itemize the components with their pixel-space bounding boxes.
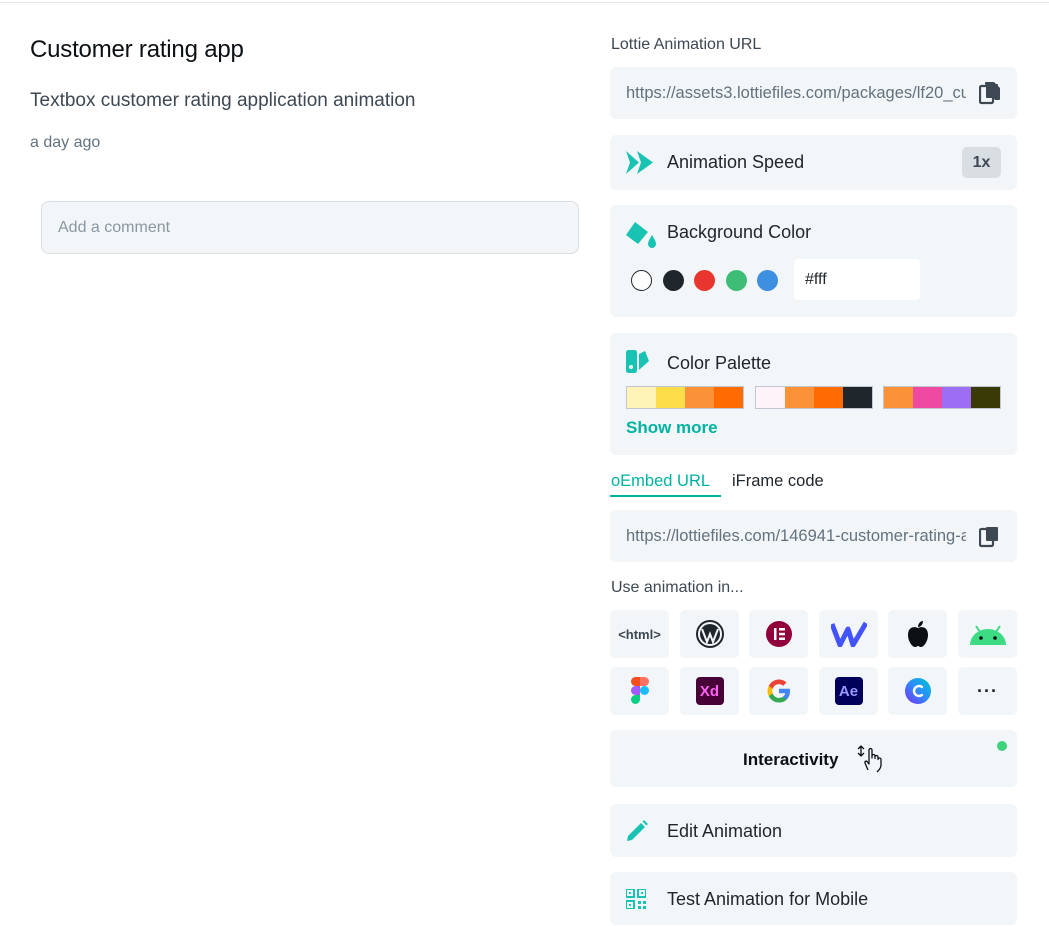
embed-url-value: https://lottiefiles.com/146941-customer-… xyxy=(626,526,966,545)
wordpress-icon xyxy=(695,620,724,648)
adobe-xd-label: Xd xyxy=(699,682,720,700)
palette-set-2[interactable] xyxy=(755,386,873,409)
palette-set-1[interactable] xyxy=(626,386,744,409)
tab-oembed-url[interactable]: oEmbed URL xyxy=(611,472,710,491)
swatch-white[interactable] xyxy=(631,270,652,291)
interactivity-label: Interactivity xyxy=(743,750,839,769)
apple-integration-button[interactable] xyxy=(888,610,947,658)
canva-icon xyxy=(904,678,931,704)
palette-2-color-3 xyxy=(814,387,843,408)
google-icon xyxy=(767,679,790,703)
after-effects-integration-button[interactable]: Ae xyxy=(819,667,878,715)
palette-3-color-2 xyxy=(913,387,942,408)
after-effects-icon: Ae xyxy=(834,677,863,705)
elementor-icon xyxy=(765,621,792,647)
lottie-url-field[interactable]: https://assets3.lottiefiles.com/packages… xyxy=(610,67,1017,119)
wordpress-integration-button[interactable] xyxy=(680,610,739,658)
tab-iframe-code[interactable]: iFrame code xyxy=(732,472,824,491)
figma-icon xyxy=(630,677,649,704)
test-mobile-button[interactable]: Test Animation for Mobile xyxy=(610,872,1017,925)
palette-3-color-4 xyxy=(971,387,1000,408)
android-icon xyxy=(969,625,1006,645)
status-dot xyxy=(997,741,1007,751)
swatch-red[interactable] xyxy=(694,270,715,291)
comment-input[interactable] xyxy=(41,201,579,254)
palette-1-color-4 xyxy=(714,387,743,408)
swatch-green[interactable] xyxy=(726,270,747,291)
swatch-blue[interactable] xyxy=(757,270,778,291)
palette-1-color-1 xyxy=(627,387,656,408)
html-label: <html> xyxy=(618,626,661,642)
background-color-label: Background Color xyxy=(667,222,812,242)
palette-2-color-2 xyxy=(785,387,814,408)
copy-icon[interactable] xyxy=(979,524,1001,548)
show-more-link[interactable]: Show more xyxy=(626,418,718,438)
adobe-xd-icon: Xd xyxy=(695,677,724,705)
animation-timestamp: a day ago xyxy=(30,134,101,151)
swatch-black[interactable] xyxy=(663,270,684,291)
android-integration-button[interactable] xyxy=(958,610,1017,658)
palette-set-3[interactable] xyxy=(883,386,1001,409)
palette-3-color-3 xyxy=(942,387,971,408)
more-integrations-button[interactable]: ··· xyxy=(958,667,1017,715)
speed-value-button[interactable]: 1x xyxy=(962,147,1001,178)
copy-icon[interactable] xyxy=(979,81,1001,105)
qr-code-icon xyxy=(626,889,646,909)
lottie-url-value: https://assets3.lottiefiles.com/packages… xyxy=(626,83,966,102)
background-color-panel: Background Color xyxy=(610,205,1017,317)
google-integration-button[interactable] xyxy=(749,667,808,715)
html-integration-button[interactable]: <html> xyxy=(610,610,669,658)
lottie-url-label: Lottie Animation URL xyxy=(611,36,762,53)
palette-1-color-2 xyxy=(656,387,685,408)
animation-title: Customer rating app xyxy=(30,36,244,63)
fast-forward-icon xyxy=(626,151,653,174)
pencil-icon xyxy=(627,820,648,841)
palette-3-color-1 xyxy=(884,387,913,408)
interactivity-button[interactable]: Interactivity xyxy=(610,730,1017,787)
figma-integration-button[interactable] xyxy=(610,667,669,715)
apple-icon xyxy=(907,621,928,647)
palette-icon xyxy=(626,350,649,373)
edit-animation-button[interactable]: Edit Animation xyxy=(610,804,1017,857)
animation-speed-label: Animation Speed xyxy=(667,152,805,172)
edit-animation-label: Edit Animation xyxy=(667,821,783,841)
paint-bucket-icon xyxy=(626,222,656,248)
palette-1-color-3 xyxy=(685,387,714,408)
hex-color-input[interactable] xyxy=(794,259,920,300)
animation-speed-row[interactable]: Animation Speed 1x xyxy=(610,135,1017,190)
active-tab-underline xyxy=(610,495,721,497)
top-divider xyxy=(0,2,1049,3)
webflow-integration-button[interactable] xyxy=(819,610,878,658)
adobe-xd-integration-button[interactable]: Xd xyxy=(680,667,739,715)
palette-2-color-4 xyxy=(843,387,872,408)
embed-url-field[interactable]: https://lottiefiles.com/146941-customer-… xyxy=(610,510,1017,562)
webflow-icon xyxy=(830,621,867,647)
test-mobile-label: Test Animation for Mobile xyxy=(667,889,869,909)
use-animation-label: Use animation in... xyxy=(611,579,744,596)
animation-description: Textbox customer rating application anim… xyxy=(30,90,416,111)
hand-swipe-icon xyxy=(857,745,882,773)
canva-integration-button[interactable] xyxy=(888,667,947,715)
after-effects-label: Ae xyxy=(838,682,859,700)
elementor-integration-button[interactable] xyxy=(749,610,808,658)
palette-2-color-1 xyxy=(756,387,785,408)
more-icon: ··· xyxy=(977,680,998,701)
color-palette-panel: Color Palette Show more xyxy=(610,333,1017,455)
color-palette-label: Color Palette xyxy=(667,353,772,373)
